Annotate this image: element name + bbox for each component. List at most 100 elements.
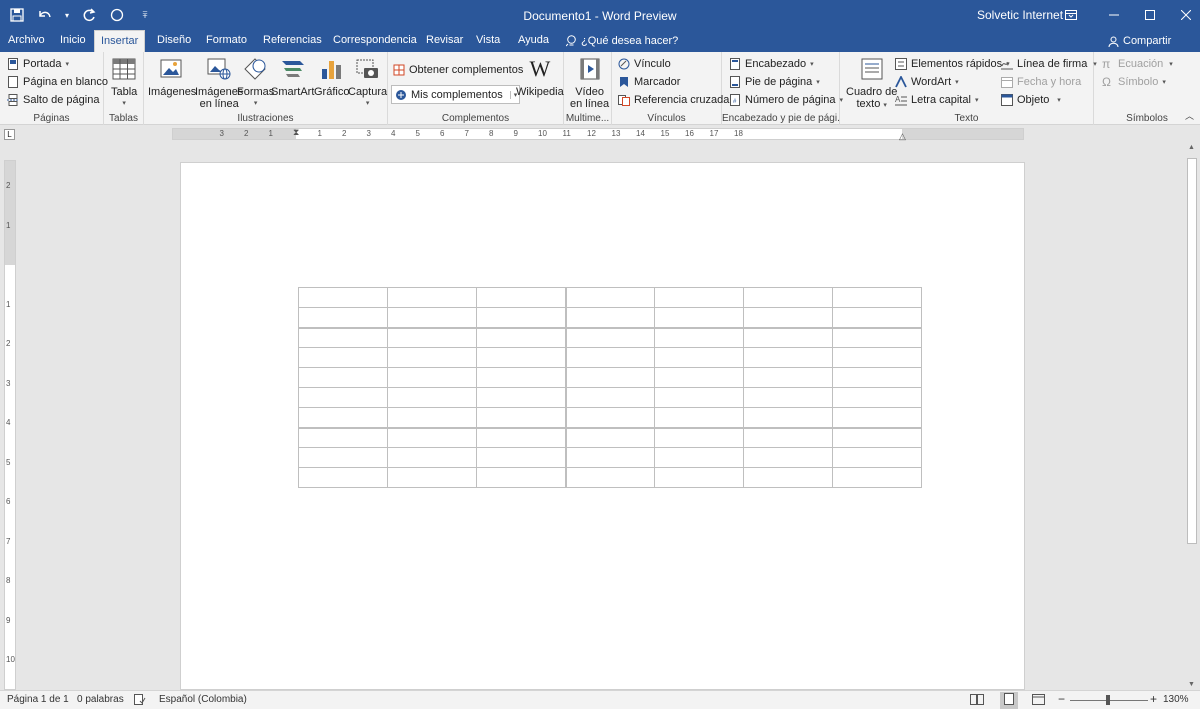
close-icon[interactable] — [1168, 0, 1200, 30]
horizontal-ruler[interactable]: 3 2 1 1 2 3 4 5 6 7 8 9 10 11 12 13 14 15 16 17 18 ⧗ △ — [172, 127, 1024, 142]
marcador-button[interactable]: Marcador — [618, 73, 680, 90]
grafico-button[interactable]: Gráfico — [314, 55, 349, 98]
numero-pagina-button[interactable]: # Número de página ▾ — [729, 91, 843, 108]
table-cell[interactable] — [654, 347, 744, 368]
tab-inicio[interactable]: Inicio — [58, 30, 88, 52]
table-cell[interactable] — [476, 347, 567, 368]
table-row[interactable] — [298, 307, 922, 328]
tab-selector[interactable]: L — [4, 129, 15, 140]
table-cell[interactable] — [743, 326, 833, 348]
cuadro-texto-button[interactable]: Cuadro de texto ▾ — [846, 55, 897, 112]
table-cell[interactable] — [565, 467, 655, 488]
minimize-icon[interactable] — [1096, 0, 1132, 30]
tab-archivo[interactable]: Archivo — [6, 30, 47, 52]
table-cell[interactable] — [654, 407, 744, 428]
scroll-up-icon[interactable]: ▲ — [1188, 144, 1195, 151]
restore-icon[interactable] — [1132, 0, 1168, 30]
tell-me-box[interactable]: ¿Qué desea hacer? — [566, 30, 678, 52]
table-row[interactable] — [298, 407, 922, 428]
table-cell[interactable] — [565, 287, 655, 308]
table-cell[interactable] — [654, 367, 744, 388]
table-cell[interactable] — [743, 287, 833, 308]
table-cell[interactable] — [476, 387, 567, 408]
document-page[interactable] — [180, 162, 1025, 690]
vinculo-button[interactable]: Vínculo — [618, 55, 671, 72]
table-cell[interactable] — [298, 347, 388, 368]
table-row[interactable] — [298, 287, 922, 308]
tab-diseno[interactable]: Diseño — [155, 30, 193, 52]
table-cell[interactable] — [832, 326, 922, 348]
table-cell[interactable] — [565, 347, 655, 368]
table-cell[interactable] — [832, 287, 922, 308]
tab-formato[interactable]: Formato — [204, 30, 249, 52]
objeto-button[interactable]: Objeto ▾ — [1001, 91, 1061, 108]
table-cell[interactable] — [743, 387, 833, 408]
table-cell[interactable] — [298, 447, 388, 468]
table-row[interactable] — [298, 447, 922, 468]
table-cell[interactable] — [298, 467, 388, 488]
tab-insertar[interactable]: Insertar — [94, 30, 146, 52]
linea-firma-button[interactable]: Línea de firma ▾ — [1001, 55, 1097, 72]
table-cell[interactable] — [565, 326, 655, 348]
table-cell[interactable] — [743, 307, 833, 328]
table-row[interactable] — [298, 387, 922, 408]
table-cell[interactable] — [565, 307, 655, 328]
page-count[interactable]: Página 1 de 1 — [7, 694, 69, 705]
table-cell[interactable] — [387, 426, 477, 448]
table-cell[interactable] — [654, 326, 744, 348]
table-cell[interactable] — [654, 287, 744, 308]
formas-button[interactable]: Formas ▾ — [237, 55, 274, 110]
scroll-thumb[interactable] — [1187, 158, 1197, 544]
vertical-ruler[interactable]: 211234567891011 — [4, 160, 16, 704]
table-cell[interactable] — [387, 407, 477, 428]
table-cell[interactable] — [743, 367, 833, 388]
table-cell[interactable] — [832, 387, 922, 408]
print-layout-icon[interactable] — [1000, 692, 1018, 709]
referencia-cruzada-button[interactable]: Referencia cruzada — [618, 91, 729, 108]
table-row[interactable] — [298, 326, 922, 348]
smartart-button[interactable]: SmartArt — [271, 55, 314, 98]
fecha-hora-button[interactable]: Fecha y hora — [1001, 73, 1081, 90]
table-cell[interactable] — [387, 387, 477, 408]
table-cell[interactable] — [565, 426, 655, 448]
read-mode-icon[interactable] — [970, 694, 984, 708]
table-row[interactable] — [298, 467, 922, 488]
table-cell[interactable] — [298, 367, 388, 388]
table-cell[interactable] — [387, 367, 477, 388]
user-account[interactable]: Solvetic Internet — [977, 8, 1063, 22]
table-cell[interactable] — [743, 407, 833, 428]
table-row[interactable] — [298, 367, 922, 388]
obtener-complementos-button[interactable]: Obtener complementos — [393, 61, 523, 78]
table-cell[interactable] — [832, 426, 922, 448]
table-cell[interactable] — [565, 387, 655, 408]
table-cell[interactable] — [298, 287, 388, 308]
encabezado-button[interactable]: Encabezado ▾ — [729, 55, 814, 72]
captura-button[interactable]: Captura ▾ — [348, 55, 387, 110]
table-cell[interactable] — [476, 447, 567, 468]
table-cell[interactable] — [476, 426, 567, 448]
ribbon-display-options-icon[interactable] — [1053, 0, 1089, 30]
table-cell[interactable] — [387, 447, 477, 468]
scroll-down-icon[interactable]: ▼ — [1188, 681, 1195, 688]
indent-marker-right-icon[interactable]: △ — [899, 131, 906, 142]
table-cell[interactable] — [832, 447, 922, 468]
table-cell[interactable] — [476, 287, 567, 308]
zoom-level[interactable]: 130% — [1163, 694, 1189, 705]
portada-button[interactable]: Portada ▾ — [7, 55, 69, 72]
table-cell[interactable] — [387, 307, 477, 328]
table-cell[interactable] — [387, 287, 477, 308]
table-cell[interactable] — [387, 467, 477, 488]
wordart-button[interactable]: WordArt ▾ — [895, 73, 959, 90]
table-cell[interactable] — [298, 307, 388, 328]
zoom-slider-thumb[interactable] — [1106, 695, 1110, 705]
salto-pagina-button[interactable]: Salto de página — [7, 91, 99, 108]
tab-revisar[interactable]: Revisar — [424, 30, 465, 52]
wikipedia-button[interactable]: W Wikipedia — [516, 55, 564, 99]
web-layout-icon[interactable] — [1032, 694, 1045, 708]
zoom-out-button[interactable]: − — [1058, 692, 1065, 706]
table-cell[interactable] — [298, 426, 388, 448]
vertical-scrollbar[interactable]: ▲ ▼ — [1184, 142, 1200, 690]
table-cell[interactable] — [654, 447, 744, 468]
table-cell[interactable] — [743, 467, 833, 488]
collapse-ribbon-icon[interactable]: ︿ — [1185, 109, 1194, 122]
